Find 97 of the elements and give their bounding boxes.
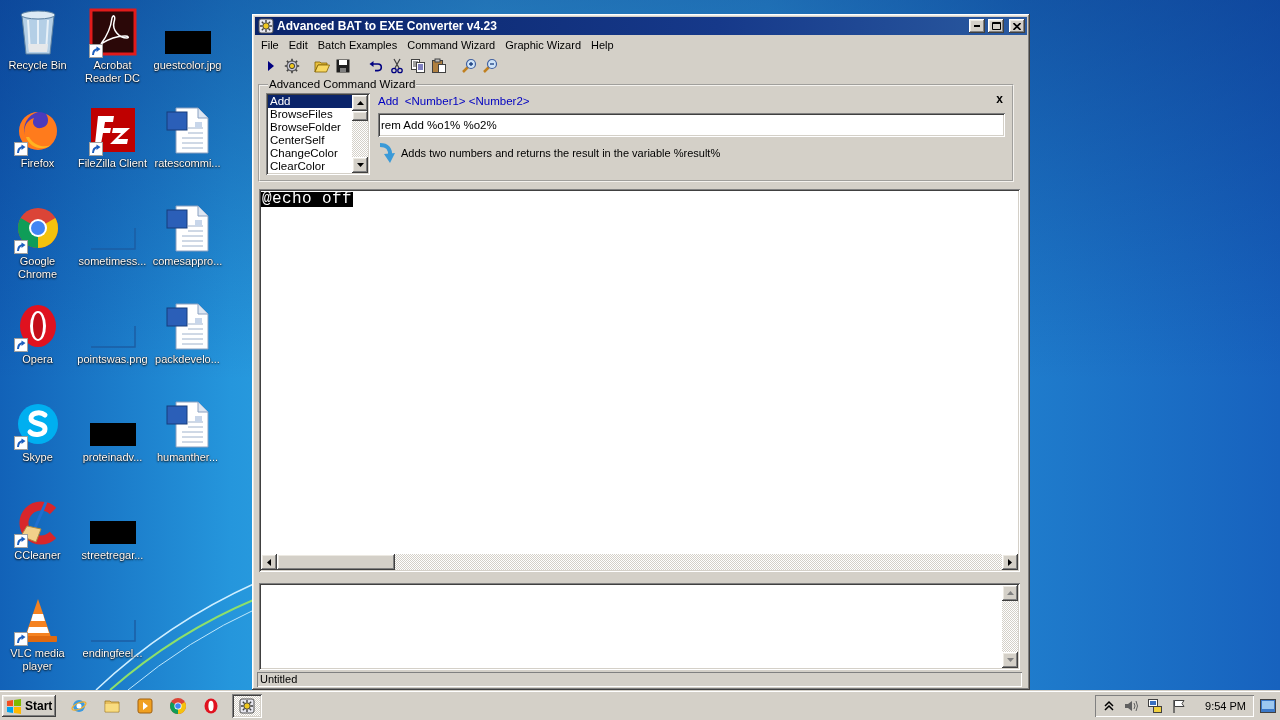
- word-document-icon[interactable]: [163, 302, 212, 350]
- command-list-item[interactable]: CenterSelf: [268, 134, 352, 147]
- clipboard-icon[interactable]: [431, 58, 447, 74]
- word-document-icon[interactable]: [163, 106, 212, 154]
- command-syntax: Add <Number1> <Number2>: [378, 95, 530, 107]
- vertical-scrollbar[interactable]: [1002, 585, 1018, 668]
- desktop-icon-label[interactable]: guestcolor.jpg: [153, 59, 222, 72]
- arrow-left-icon: [267, 558, 271, 566]
- close-icon: [1013, 22, 1021, 30]
- start-flag-icon: [6, 698, 22, 714]
- word-document-icon[interactable]: [163, 204, 212, 252]
- desktop-icon-label[interactable]: Google Chrome: [0, 255, 75, 281]
- app-gear-icon: [258, 18, 274, 34]
- desktop-icon-label[interactable]: Opera: [22, 353, 53, 366]
- command-field[interactable]: rem Add %o1% %o2%: [378, 113, 1005, 137]
- image-thumbnail-icon[interactable]: [89, 619, 136, 642]
- chrome-icon[interactable]: [170, 698, 186, 714]
- desktop-icon-label[interactable]: CCleaner: [14, 549, 61, 562]
- arrow-down-icon: [1006, 658, 1014, 662]
- menu-item[interactable]: Help: [586, 36, 619, 54]
- scroll-down-button[interactable]: [352, 157, 368, 173]
- photo-placeholder[interactable]: [89, 521, 136, 544]
- zoom-out-icon[interactable]: [482, 58, 498, 74]
- desktop-icon-label[interactable]: sometimess...: [78, 255, 147, 268]
- command-list-item[interactable]: BrowseFolder: [268, 121, 352, 134]
- desktop-icon-label[interactable]: ratescommi...: [154, 157, 221, 170]
- minimize-button[interactable]: [969, 19, 985, 33]
- close-button[interactable]: [1009, 19, 1025, 33]
- command-list-item[interactable]: Add: [268, 95, 352, 108]
- scrollbar-thumb[interactable]: [352, 111, 368, 121]
- desktop-icon-label[interactable]: Acrobat Reader DC: [75, 59, 150, 85]
- group-title: Advanced Command Wizard: [268, 78, 417, 91]
- menu-item[interactable]: Graphic Wizard: [500, 36, 586, 54]
- minimize-icon: [974, 25, 980, 27]
- desktop-icon-label[interactable]: pointswas.png: [77, 353, 148, 366]
- desktop-icon-label[interactable]: proteinadv...: [82, 451, 143, 464]
- zoom-in-icon[interactable]: [461, 58, 477, 74]
- command-list-item[interactable]: ClearColor: [268, 160, 352, 173]
- image-thumbnail-icon[interactable]: [89, 325, 136, 348]
- gear-icon[interactable]: [284, 58, 300, 74]
- desktop-icon-label[interactable]: VLC media player: [0, 647, 75, 673]
- status-bar: Untitled: [257, 672, 1022, 687]
- image-thumbnail-icon[interactable]: [89, 227, 136, 250]
- clock[interactable]: 9:54 PM: [1205, 700, 1246, 712]
- word-document-icon[interactable]: [163, 400, 212, 448]
- close-button[interactable]: x: [994, 93, 1005, 105]
- menu-item[interactable]: Batch Examples: [312, 36, 403, 54]
- command-description: Adds two numbers and returns the result in the variable %result%: [401, 147, 721, 159]
- show-desktop-icon[interactable]: [1260, 699, 1276, 713]
- desktop-icon-label[interactable]: Firefox: [20, 157, 55, 170]
- photo-placeholder[interactable]: [164, 31, 211, 54]
- desktop-icon-label[interactable]: FileZilla Client: [77, 157, 148, 170]
- undo-icon[interactable]: [368, 58, 384, 74]
- speaker-icon[interactable]: [1123, 698, 1140, 714]
- desktop-icon-label[interactable]: Skype: [22, 451, 53, 464]
- scroll-right-button[interactable]: [1002, 554, 1018, 570]
- desktop-icon-label[interactable]: endingfeel...: [82, 647, 143, 660]
- command-list-item[interactable]: BrowseFiles: [268, 108, 352, 121]
- arrow-up-icon: [1006, 591, 1014, 595]
- media-player-icon[interactable]: [137, 698, 153, 714]
- horizontal-scrollbar[interactable]: [261, 554, 1018, 570]
- command-list-item[interactable]: ChangeColor: [268, 147, 352, 160]
- scrollbar-thumb[interactable]: [277, 554, 395, 570]
- opera-icon[interactable]: [203, 698, 219, 714]
- command-list[interactable]: Add BrowseFiles BrowseFolder CenterSelf ChangeColor ClearColor: [266, 93, 370, 175]
- scroll-left-button[interactable]: [261, 554, 277, 570]
- acrobat-icon[interactable]: [88, 8, 137, 56]
- scroll-down-button[interactable]: [1002, 652, 1018, 668]
- start-button[interactable]: Start: [2, 695, 56, 717]
- taskbar-task-button[interactable]: [232, 694, 262, 718]
- desktop-icon-label[interactable]: streetregar...: [81, 549, 144, 562]
- folder-icon[interactable]: [314, 58, 330, 74]
- menu-item[interactable]: Edit: [283, 36, 313, 54]
- browser-globe-icon[interactable]: [71, 698, 87, 714]
- maximize-icon: [991, 22, 1001, 30]
- curved-arrow-icon: [378, 142, 396, 164]
- desktop-icon-label[interactable]: packdevelo...: [155, 353, 220, 366]
- scroll-up-button[interactable]: [352, 95, 368, 111]
- copy-icon[interactable]: [410, 58, 426, 74]
- arrow-up-icon: [356, 101, 364, 105]
- maximize-button[interactable]: [988, 19, 1004, 33]
- chevron-up-icon[interactable]: [1103, 700, 1116, 712]
- network-icon[interactable]: [1147, 698, 1164, 714]
- scroll-up-button[interactable]: [1002, 585, 1018, 601]
- photo-placeholder[interactable]: [89, 423, 136, 446]
- app-gear-icon: [239, 698, 255, 714]
- desktop-icon-label[interactable]: comesappro...: [152, 255, 223, 268]
- menu-item[interactable]: File: [256, 36, 284, 54]
- window-title: Advanced BAT to EXE Converter v4.23: [277, 19, 498, 33]
- arrow-down-icon: [356, 163, 364, 167]
- menu-item[interactable]: Command Wizard: [402, 36, 501, 54]
- vertical-scrollbar[interactable]: [352, 95, 368, 173]
- scissors-icon[interactable]: [389, 58, 405, 74]
- arrow-right-icon: [1008, 558, 1012, 566]
- flag-icon[interactable]: [1171, 698, 1188, 714]
- desktop-icon-label[interactable]: Recycle Bin: [8, 59, 67, 72]
- filezilla-icon[interactable]: [88, 106, 137, 154]
